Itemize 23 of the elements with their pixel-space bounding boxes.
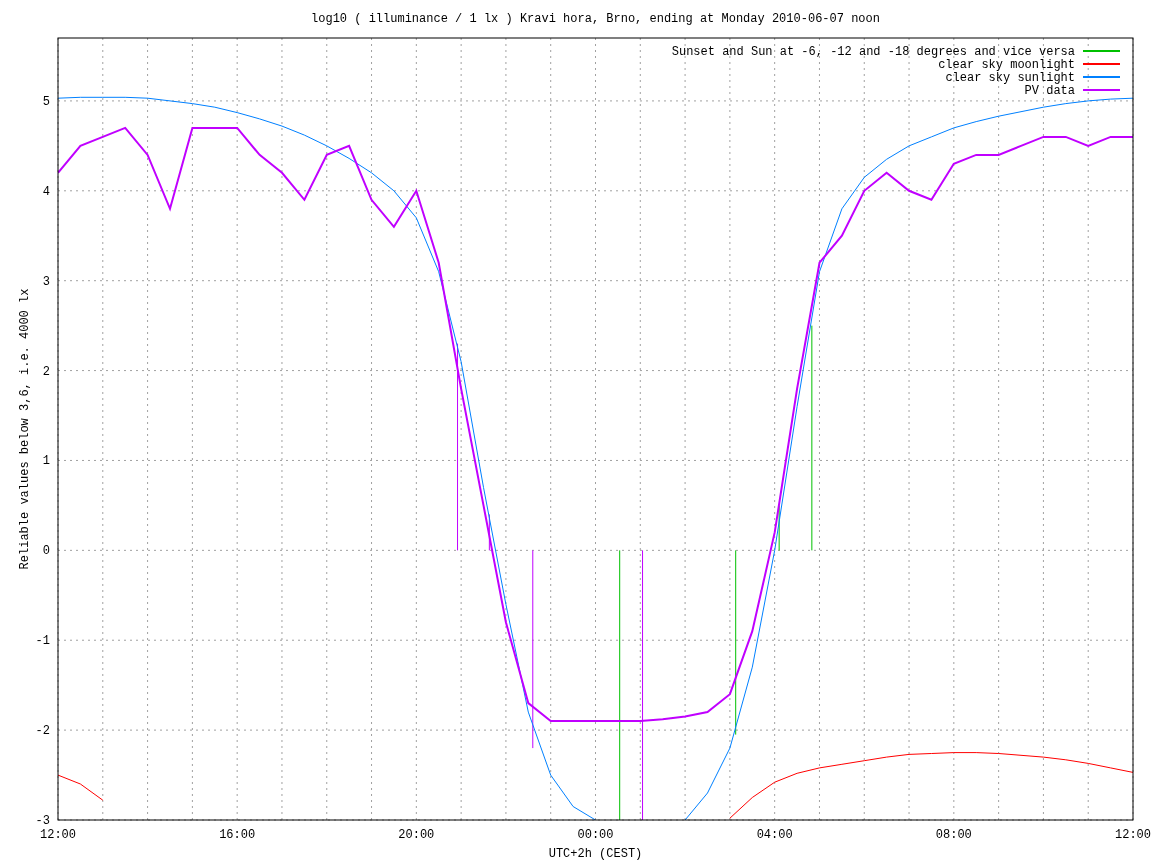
legend-label: PV data <box>1024 84 1075 98</box>
legend-label: clear sky sunlight <box>945 71 1075 85</box>
tick-label: 3 <box>42 274 50 289</box>
tick-label: 16:00 <box>219 828 256 842</box>
tick-label: 4 <box>42 184 50 199</box>
legend-label: clear sky moonlight <box>938 58 1075 72</box>
tick-label: 12:00 <box>1115 828 1151 842</box>
tick-label: 5 <box>42 94 50 109</box>
tick-label: -2 <box>35 724 50 739</box>
legend-label: Sunset and Sun at -6, -12 and -18 degrees and vice versa <box>671 45 1075 59</box>
chart-title: log10 ( illuminance / 1 lx ) Kravi hora, Brno, ending at Monday 2010-06-07 noon <box>311 12 880 26</box>
y-axis-label: Reliable values below 3,6, i.e. 4000 lx <box>18 288 32 570</box>
tick-label: 00:00 <box>577 828 614 842</box>
tick-label: 08:00 <box>935 828 972 842</box>
tick-label: 1 <box>42 454 50 469</box>
x-axis-label: UTC+2h (CEST) <box>548 847 643 861</box>
tick-label: 04:00 <box>756 828 793 842</box>
tick-label: -1 <box>35 634 50 649</box>
tick-label: -3 <box>35 814 50 828</box>
tick-label: 20:00 <box>398 828 435 842</box>
tick-label: 2 <box>42 364 50 379</box>
tick-label: 0 <box>42 544 50 559</box>
tick-label: 12:00 <box>40 828 76 842</box>
